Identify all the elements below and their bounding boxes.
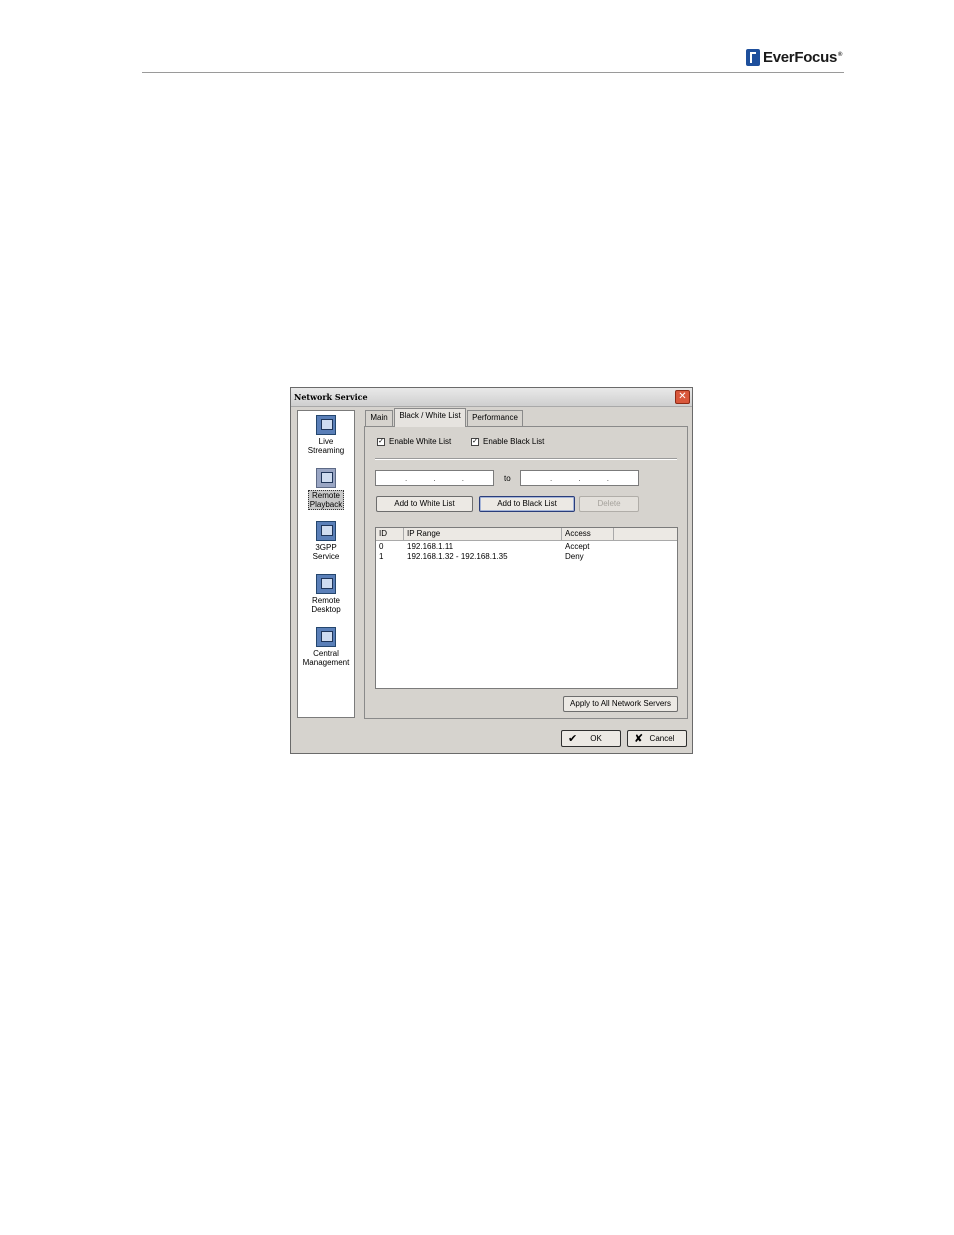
sidebar-item-remote-playback[interactable]: Remote Playback — [298, 468, 354, 510]
ip-dot: . — [405, 473, 408, 483]
phone-icon — [316, 521, 336, 541]
ip-dot: . — [433, 473, 436, 483]
enable-black-list-checkbox[interactable]: ✓ Enable Black List — [471, 437, 544, 446]
ip-from-input[interactable]: . . . — [375, 470, 494, 486]
apply-to-all-network-servers-button[interactable]: Apply to All Network Servers — [563, 696, 678, 712]
sidebar-item-label: Remote Desktop — [311, 596, 341, 614]
tab-main[interactable]: Main — [365, 410, 393, 426]
sidebar-item-label: Live Streaming — [307, 437, 345, 455]
cancel-label: Cancel — [649, 734, 675, 743]
enable-white-list-label: Enable White List — [389, 437, 452, 446]
tab-black-white-list[interactable]: Black / White List — [394, 408, 466, 427]
close-icon: ✕ — [678, 391, 687, 402]
table-row[interactable]: 1 192.168.1.32 - 192.168.1.35 Deny — [376, 552, 677, 562]
sidebar-item-label: 3GPP Service — [312, 543, 340, 561]
network-service-dialog: Network Service ✕ Live Streaming Remote Pl… — [290, 387, 693, 754]
ip-dot: . — [578, 473, 581, 483]
sidebar-item-label: Remote Playback — [307, 490, 345, 510]
sidebar-item-3gpp-service[interactable]: 3GPP Service — [298, 521, 354, 561]
enable-white-list-checkbox[interactable]: ✓ Enable White List — [377, 437, 451, 446]
ip-to-input[interactable]: . . . — [520, 470, 639, 486]
delete-button[interactable]: Delete — [579, 496, 639, 512]
desktop-icon — [316, 574, 336, 594]
sidebar-item-live-streaming[interactable]: Live Streaming — [298, 415, 354, 455]
dialog-title: Network Service — [294, 392, 368, 402]
enable-black-list-label: Enable Black List — [483, 437, 545, 446]
close-button[interactable]: ✕ — [675, 390, 690, 404]
cell-access: Deny — [565, 552, 584, 561]
cell-access: Accept — [565, 542, 590, 551]
sidebar-item-central-management[interactable]: Central Management — [298, 627, 354, 667]
monitor-icon — [316, 415, 336, 435]
sidebar-item-remote-desktop[interactable]: Remote Desktop — [298, 574, 354, 614]
everfocus-logo-mark-icon — [746, 48, 760, 66]
logo-text: EverFocus® — [763, 48, 843, 66]
cell-id: 0 — [379, 542, 384, 551]
cancel-button[interactable]: ✘ Cancel — [627, 730, 687, 747]
table-row[interactable]: 0 192.168.1.11 Accept — [376, 542, 677, 552]
add-to-black-list-button[interactable]: Add to Black List — [479, 496, 575, 512]
page-header-rule — [142, 72, 844, 73]
cell-ip-range: 192.168.1.11 — [407, 542, 454, 551]
ip-dot: . — [550, 473, 553, 483]
column-header-access[interactable]: Access — [562, 528, 614, 540]
playback-icon — [316, 468, 336, 488]
list-header: ID IP Range Access — [376, 528, 677, 541]
ok-label: OK — [590, 734, 602, 743]
white-list-checkmark-icon: ✓ — [377, 437, 385, 446]
service-sidebar: Live Streaming Remote Playback 3GPP Service… — [297, 410, 355, 718]
cell-id: 1 — [379, 552, 384, 561]
black-white-list-panel: ✓ Enable White List ✓ Enable Black List … — [364, 426, 688, 719]
column-header-id[interactable]: ID — [376, 528, 404, 540]
separator — [375, 458, 677, 460]
ok-button[interactable]: ✔ OK — [561, 730, 621, 747]
ip-dot: . — [461, 473, 464, 483]
column-header-ip-range[interactable]: IP Range — [404, 528, 562, 540]
add-to-white-list-button[interactable]: Add to White List — [376, 496, 473, 512]
dialog-titlebar[interactable]: Network Service ✕ — [291, 388, 692, 407]
sidebar-item-label: Central Management — [302, 649, 350, 667]
cell-ip-range: 192.168.1.32 - 192.168.1.35 — [407, 552, 508, 561]
everfocus-logo: EverFocus® — [746, 48, 842, 66]
to-label: to — [504, 474, 511, 483]
ip-dot: . — [606, 473, 609, 483]
tab-performance[interactable]: Performance — [467, 410, 523, 426]
ip-access-list[interactable]: ID IP Range Access 0 192.168.1.11 Accept… — [375, 527, 678, 689]
black-list-checkmark-icon: ✓ — [471, 437, 479, 446]
management-icon — [316, 627, 336, 647]
